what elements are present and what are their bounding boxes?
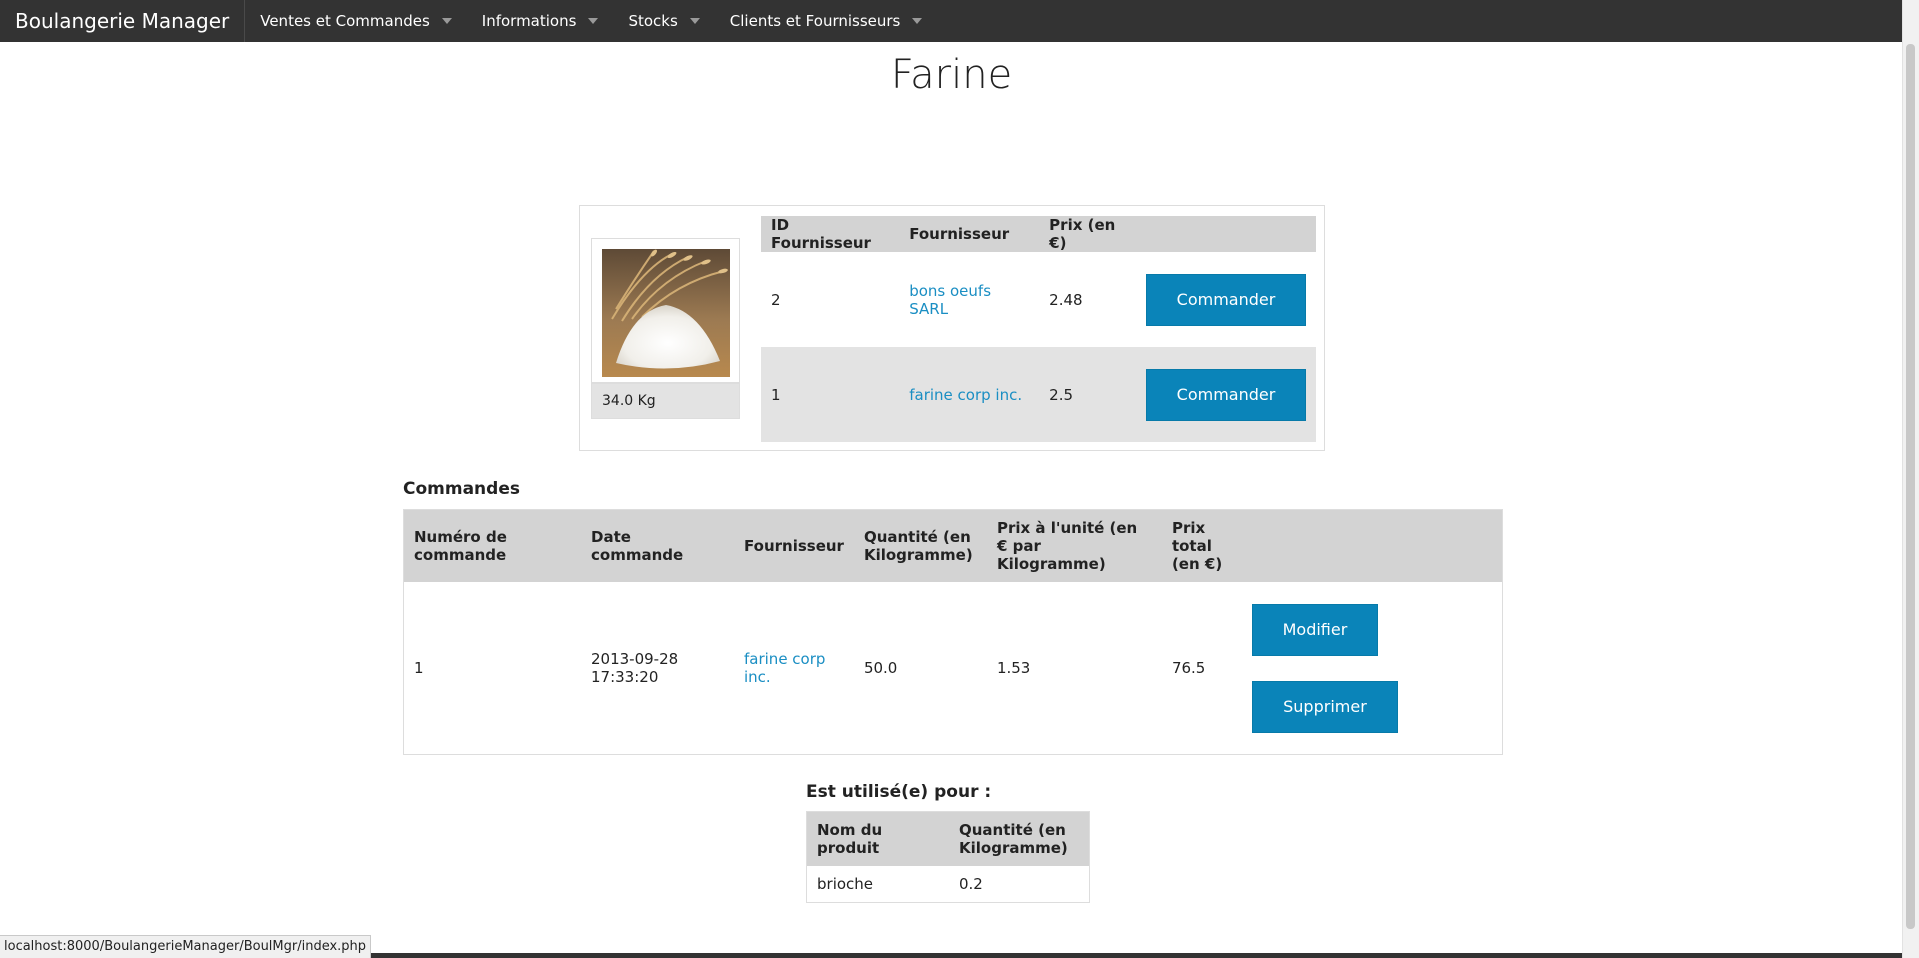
supplier-link[interactable]: farine corp inc. — [909, 386, 1022, 404]
table-row: brioche 0.2 — [807, 866, 1090, 903]
supprimer-button[interactable]: Supprimer — [1251, 680, 1398, 733]
col-order-supplier: Fournisseur — [734, 510, 854, 582]
col-supplier-id: ID Fournisseur — [761, 216, 900, 252]
order-date: 2013-09-28 17:33:20 — [591, 650, 679, 686]
col-product-name: Nom du produit — [806, 811, 949, 866]
col-order-actions — [1241, 510, 1502, 582]
orders-section-title: Commandes — [403, 479, 520, 499]
orders-table-wrapper: Numéro de commande Date commande Fournis… — [403, 509, 1503, 755]
col-order-total: Prix total (en €) — [1161, 510, 1242, 582]
col-price: Prix (en €) — [1039, 216, 1136, 252]
top-navbar: Boulangerie Manager Ventes et Commandes … — [0, 0, 1903, 42]
scrollbar-thumb[interactable] — [1906, 44, 1915, 929]
order-supplier-link[interactable]: farine corp inc. — [744, 650, 825, 686]
supplier-table: ID Fournisseur Fournisseur Prix (en €) 2… — [761, 216, 1316, 442]
menu-stocks[interactable]: Stocks — [613, 0, 714, 42]
menu-ventes-commandes[interactable]: Ventes et Commandes — [245, 0, 467, 42]
col-supplier-name: Fournisseur — [899, 216, 1040, 252]
commander-button[interactable]: Commander — [1145, 273, 1306, 326]
supplier-price: 2.48 — [1039, 252, 1136, 347]
order-unit-price: 1.53 — [996, 659, 1031, 677]
page-title: Farine — [890, 52, 1013, 98]
table-row: 1 farine corp inc. 2.5 Commander — [761, 347, 1316, 442]
supplier-id: 2 — [761, 252, 900, 347]
menu-label: Informations — [481, 12, 577, 30]
menu-clients-fournisseurs[interactable]: Clients et Fournisseurs — [715, 0, 938, 42]
brand-link[interactable]: Boulangerie Manager — [0, 0, 246, 42]
modifier-button[interactable]: Modifier — [1251, 603, 1378, 656]
product-image — [602, 249, 730, 377]
order-number: 1 — [414, 659, 424, 677]
product-panel: 34.0 Kg ID Fournisseur Fournisseur Prix … — [579, 205, 1325, 451]
supplier-id: 1 — [761, 347, 900, 442]
col-order-quantity: Quantité (en Kilogramme) — [853, 510, 987, 582]
table-row: 2 bons oeufs SARL 2.48 Commander — [761, 252, 1316, 347]
table-row: 1 2013-09-28 17:33:20 farine corp inc. 5… — [404, 582, 1502, 754]
usage-product: brioche — [817, 875, 874, 893]
supplier-table-header: ID Fournisseur Fournisseur Prix (en €) — [761, 216, 1316, 252]
caret-down-icon — [588, 18, 599, 24]
usage-section-title: Est utilisé(e) pour : — [806, 782, 992, 802]
menu-label: Stocks — [628, 12, 678, 30]
supplier-link[interactable]: bons oeufs SARL — [909, 282, 991, 318]
supplier-price: 2.5 — [1039, 347, 1136, 442]
col-order-date: Date commande — [581, 510, 734, 582]
orders-table-header: Numéro de commande Date commande Fournis… — [404, 510, 1502, 582]
col-order-unit-price: Prix à l'unité (en € par Kilogramme) — [986, 510, 1162, 582]
col-usage-quantity: Quantité (en Kilogramme) — [949, 811, 1090, 866]
order-total: 76.5 — [1171, 659, 1206, 677]
caret-down-icon — [689, 18, 700, 24]
menu-label: Clients et Fournisseurs — [729, 12, 901, 30]
order-actions: Modifier Supprimer — [1242, 582, 1502, 754]
usage-table-header: Nom du produit Quantité (en Kilogramme) — [806, 811, 1090, 866]
vertical-scrollbar[interactable] — [1902, 0, 1919, 958]
commander-button[interactable]: Commander — [1145, 368, 1306, 421]
col-order-number: Numéro de commande — [404, 510, 581, 582]
caret-down-icon — [441, 18, 452, 24]
menu-label: Ventes et Commandes — [260, 12, 430, 30]
browser-status-bar: localhost:8000/BoulangerieManager/BoulMg… — [0, 935, 372, 958]
product-thumbnail — [591, 238, 740, 383]
order-quantity: 50.0 — [863, 659, 898, 677]
flour-image-icon — [602, 249, 730, 377]
usage-table: Nom du produit Quantité (en Kilogramme) … — [806, 811, 1090, 903]
col-action — [1135, 216, 1316, 252]
menu-informations[interactable]: Informations — [467, 0, 614, 42]
caret-down-icon — [912, 18, 923, 24]
stock-quantity: 34.0 Kg — [591, 383, 740, 419]
orders-table: Numéro de commande Date commande Fournis… — [404, 510, 1502, 754]
usage-quantity: 0.2 — [959, 875, 983, 893]
